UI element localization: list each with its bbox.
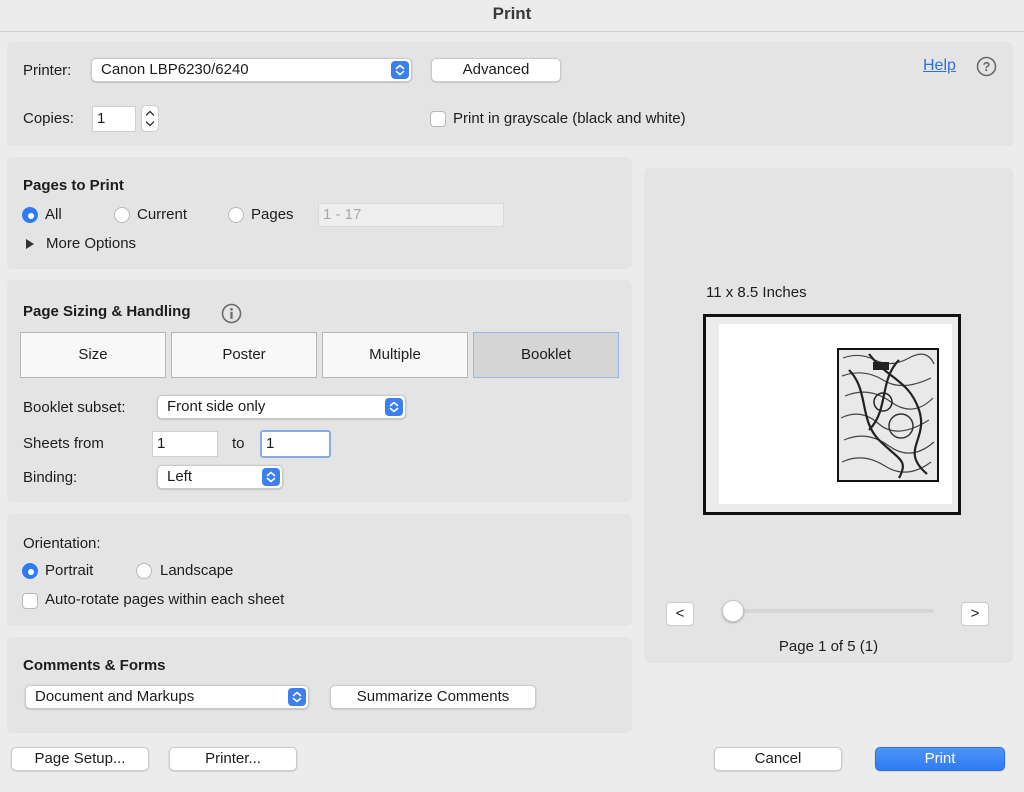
- copies-field[interactable]: 1: [92, 106, 136, 132]
- prev-page-button[interactable]: <: [666, 602, 694, 626]
- preview-sheet: [719, 324, 952, 504]
- radio-pages-label: Pages: [251, 206, 294, 223]
- chevron-updown-icon: [391, 61, 409, 79]
- mode-size-button[interactable]: Size: [20, 332, 166, 378]
- printer-settings-button[interactable]: Printer...: [169, 747, 297, 771]
- page-sizing-header: Page Sizing & Handling: [23, 303, 191, 320]
- printer-select[interactable]: Canon LBP6230/6240: [91, 58, 412, 82]
- chevron-updown-icon: [288, 688, 306, 706]
- more-options-toggle[interactable]: More Options: [46, 235, 136, 252]
- radio-current[interactable]: [114, 207, 130, 223]
- orientation-header: Orientation:: [23, 535, 101, 552]
- radio-pages[interactable]: [228, 207, 244, 223]
- chevron-updown-icon: [385, 398, 403, 416]
- comments-forms-select[interactable]: Document and Markups: [25, 685, 309, 709]
- sheets-to-field[interactable]: 1: [260, 430, 331, 458]
- auto-rotate-checkbox[interactable]: [22, 593, 38, 609]
- sheets-to-label: to: [232, 435, 245, 452]
- binding-label: Binding:: [23, 469, 78, 486]
- sheets-from-field[interactable]: 1: [152, 431, 218, 457]
- window-title: Print: [0, 0, 1024, 32]
- svg-text:?: ?: [983, 59, 991, 74]
- binding-value: Left: [167, 468, 193, 485]
- copies-label: Copies:: [23, 110, 74, 127]
- pages-to-print-header: Pages to Print: [23, 177, 124, 194]
- booklet-subset-label: Booklet subset:: [23, 399, 126, 416]
- chevron-updown-icon: [262, 468, 280, 486]
- radio-landscape-label: Landscape: [160, 562, 234, 579]
- printer-label: Printer:: [23, 62, 72, 79]
- grayscale-checkbox[interactable]: [430, 111, 446, 127]
- mode-poster-button[interactable]: Poster: [171, 332, 317, 378]
- radio-portrait[interactable]: [22, 563, 38, 579]
- orientation-panel: [7, 514, 632, 626]
- help-icon[interactable]: ?: [976, 56, 997, 77]
- advanced-button[interactable]: Advanced: [431, 58, 561, 82]
- page-setup-button[interactable]: Page Setup...: [11, 747, 149, 771]
- paper-size-label: 11 x 8.5 Inches: [706, 284, 807, 301]
- next-page-button[interactable]: >: [961, 602, 989, 626]
- help-link[interactable]: Help: [923, 57, 956, 75]
- mode-booklet-button[interactable]: Booklet: [473, 332, 619, 378]
- disclosure-triangle-icon[interactable]: [26, 239, 34, 249]
- preview-page-thumbnail: [837, 348, 939, 482]
- mode-multiple-button[interactable]: Multiple: [322, 332, 468, 378]
- sheets-from-label: Sheets from: [23, 435, 104, 452]
- preview-frame: [703, 314, 961, 515]
- printer-select-value: Canon LBP6230/6240: [101, 61, 249, 78]
- page-status: Page 1 of 5 (1): [778, 638, 879, 655]
- pages-range-field[interactable]: 1 - 17: [318, 203, 504, 227]
- radio-current-label: Current: [137, 206, 188, 223]
- auto-rotate-label: Auto-rotate pages within each sheet: [45, 591, 285, 608]
- page-slider-thumb[interactable]: [722, 600, 744, 622]
- copies-stepper[interactable]: [141, 105, 159, 132]
- cancel-button[interactable]: Cancel: [714, 747, 842, 771]
- booklet-subset-select[interactable]: Front side only: [157, 395, 406, 419]
- info-icon[interactable]: [221, 303, 242, 324]
- print-button[interactable]: Print: [875, 747, 1005, 771]
- comments-forms-header: Comments & Forms: [23, 657, 166, 674]
- radio-all[interactable]: [22, 207, 38, 223]
- binding-select[interactable]: Left: [157, 465, 283, 489]
- radio-portrait-label: Portrait: [45, 562, 94, 579]
- comments-forms-value: Document and Markups: [35, 688, 195, 705]
- summarize-comments-button[interactable]: Summarize Comments: [330, 685, 536, 709]
- grayscale-label: Print in grayscale (black and white): [453, 110, 686, 127]
- radio-all-label: All: [45, 206, 62, 223]
- radio-landscape[interactable]: [136, 563, 152, 579]
- page-slider-track[interactable]: [724, 609, 934, 613]
- booklet-subset-value: Front side only: [167, 398, 266, 415]
